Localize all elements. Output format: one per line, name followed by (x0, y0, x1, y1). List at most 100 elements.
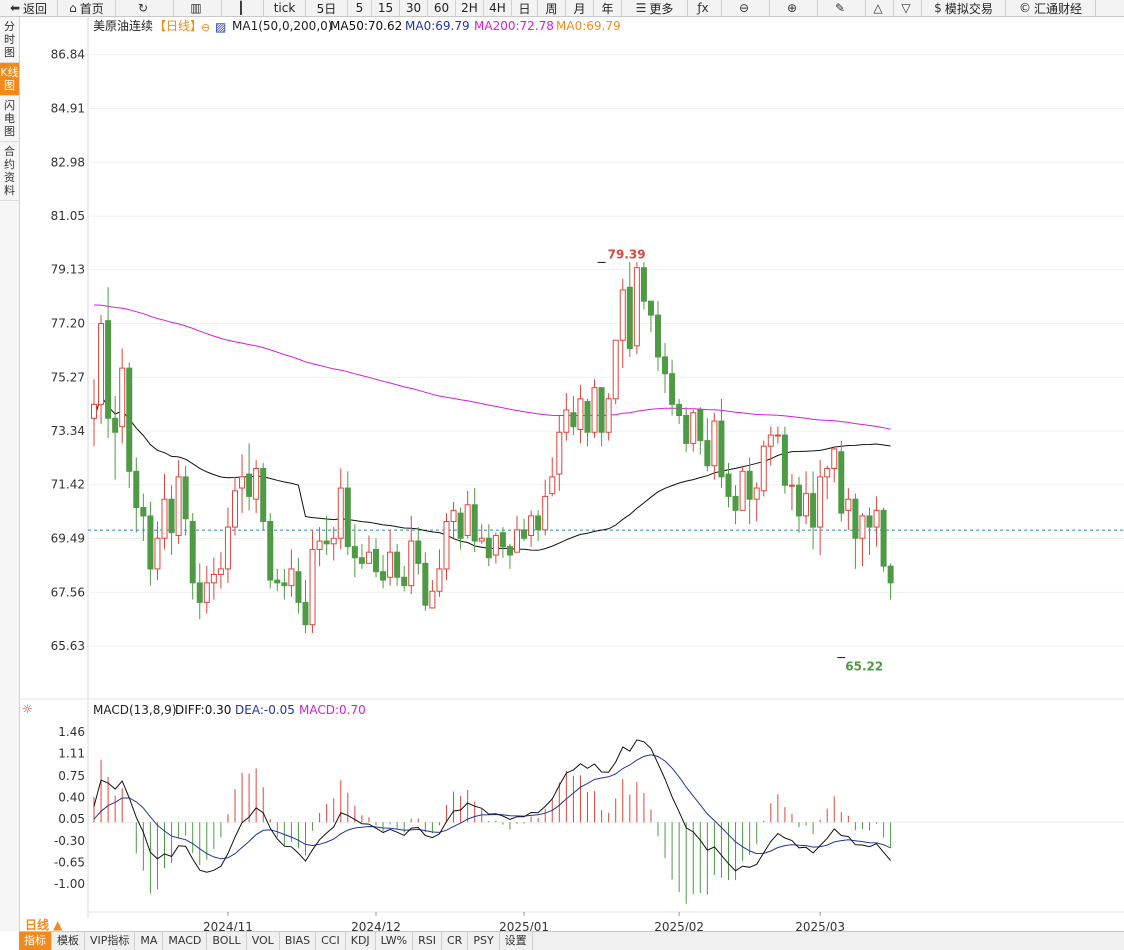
indicator-tab-9[interactable]: KDJ (346, 932, 376, 950)
candle (351, 524, 358, 578)
candle-body-down (485, 537, 492, 559)
candle-body-up (492, 534, 499, 556)
candle-body-up (542, 495, 549, 531)
candle (810, 471, 817, 550)
candle-body-up (443, 521, 450, 570)
candle (866, 507, 873, 555)
candle-body-down (718, 420, 725, 478)
candle (640, 262, 647, 310)
indicator-tab-2[interactable]: VIP指标 (85, 932, 136, 950)
candle (112, 395, 119, 480)
candle-body-down (880, 509, 887, 567)
candle (683, 407, 690, 452)
indicator-tab-10[interactable]: LW% (376, 932, 414, 950)
indicator-tab-3[interactable]: MA (135, 932, 164, 950)
indicator-tab-13[interactable]: PSY (468, 932, 500, 950)
candle-body-down (697, 409, 704, 442)
candle-body-down (147, 515, 154, 570)
indicator-tabbar: 指标 模板 VIP指标 MA MACD BOLL VOL BIAS CCI KDJ LW% RSI CR… (19, 931, 1124, 950)
candle-body-up (408, 540, 415, 587)
candle-body-down (781, 434, 788, 486)
candle (365, 535, 372, 564)
candle (499, 527, 506, 558)
period-tag[interactable]: 【日线】 (154, 19, 202, 33)
candle-body-up (309, 548, 316, 626)
candle (697, 407, 704, 455)
indicator-tab-14[interactable]: 设置 (500, 932, 533, 950)
candle (119, 348, 126, 444)
candle-body-down (535, 515, 542, 531)
indicator-tab-8[interactable]: CCI (316, 932, 346, 950)
price-tick-label: 79.13 (51, 263, 85, 277)
candle (478, 524, 485, 544)
indicator-tab-0[interactable]: 指标 (19, 932, 52, 950)
indicator-tab-12[interactable]: CR (442, 932, 469, 950)
candle (422, 552, 429, 611)
collapse-icon[interactable]: ⊖ (201, 21, 210, 34)
date-tick-label: 2025/01 (499, 920, 549, 931)
indicator-tab-6[interactable]: VOL (247, 932, 280, 950)
candle-body-up (450, 509, 457, 523)
candle-body-up (337, 487, 344, 539)
candle-body-down (168, 498, 175, 534)
indicator-tab-5[interactable]: BOLL (207, 932, 247, 950)
candle (105, 287, 112, 438)
candle-body-up (478, 537, 485, 542)
candle-body-down (598, 387, 605, 433)
price-tick-label: 82.98 (51, 155, 85, 169)
candle (831, 446, 838, 483)
candle-body-up (203, 582, 210, 603)
indicator-tab-4[interactable]: MACD (163, 932, 208, 950)
candle-body-down (704, 440, 711, 467)
candle (415, 527, 422, 575)
macd-settings-icon[interactable]: ☼ (22, 702, 33, 716)
candle (746, 457, 753, 525)
candle-body-up (330, 537, 337, 545)
candle (626, 262, 633, 357)
candle (330, 527, 337, 561)
candle (619, 278, 626, 369)
candle (408, 515, 415, 595)
candle-body-down (126, 367, 133, 472)
candle (521, 518, 528, 542)
candle-body-up (387, 551, 394, 578)
candle (760, 440, 767, 497)
macd-layer (88, 739, 1124, 904)
candle-body-up (739, 470, 746, 511)
candle (232, 476, 238, 536)
candle (302, 580, 309, 634)
candle (373, 538, 379, 578)
indicator-tab-11[interactable]: RSI (413, 932, 442, 950)
candle (443, 513, 450, 581)
candle-body-down (683, 415, 690, 444)
candle-body-down (415, 540, 422, 564)
candle-body-down (887, 565, 894, 584)
indicator-icon[interactable]: ▨ (215, 20, 226, 34)
candle-body-up (753, 487, 760, 500)
ma200-value: MA200:72.78 (474, 19, 554, 33)
candle (690, 409, 697, 452)
macd-tick-label: 0.05 (58, 812, 85, 826)
candle-body-up (365, 551, 372, 564)
candle-body-up (690, 412, 697, 444)
indicator-tab-7[interactable]: BIAS (280, 932, 317, 950)
candle (612, 339, 619, 405)
candle-body-down (295, 571, 302, 603)
candle-body-up (288, 568, 295, 587)
candle (457, 507, 464, 550)
candle-body-up (514, 529, 520, 553)
candle-body-up (232, 490, 238, 528)
candle (189, 513, 196, 600)
candle (549, 457, 556, 497)
candle-body-up (619, 289, 626, 341)
candle (563, 393, 570, 441)
indicator-tab-1[interactable]: 模板 (52, 932, 85, 950)
macd-hist-value: MACD:0.70 (299, 703, 366, 717)
candle-body-down (810, 493, 817, 528)
candle-body-up (253, 468, 260, 500)
period-selector[interactable]: 日线 ▲ (19, 918, 68, 932)
candle (788, 474, 795, 511)
candle (774, 426, 781, 444)
candle (126, 362, 133, 489)
macd-tick-label: -0.65 (54, 855, 85, 869)
